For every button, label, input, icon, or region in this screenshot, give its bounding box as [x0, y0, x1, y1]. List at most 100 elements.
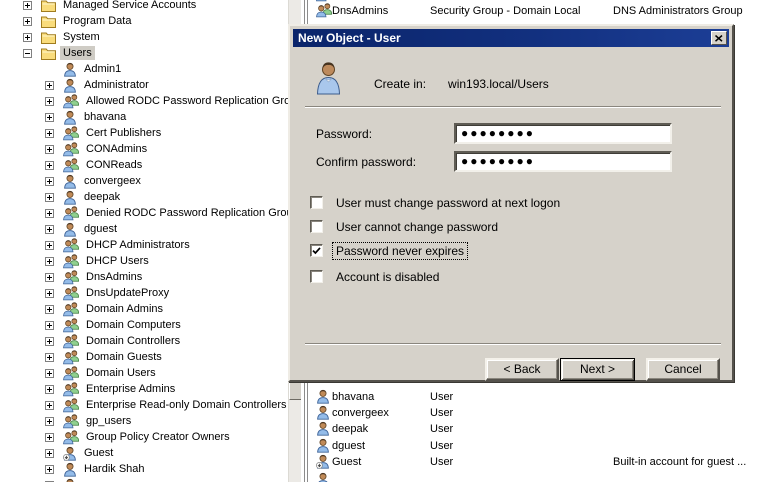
- tree-item-gp-users[interactable]: gp_users: [45, 413, 134, 429]
- tree-item-system[interactable]: System: [23, 29, 103, 45]
- expand-icon[interactable]: [45, 289, 54, 298]
- list-row[interactable]: [309, 472, 774, 482]
- tree-item-label[interactable]: convergeex: [81, 174, 144, 188]
- checkbox-checked-icon[interactable]: [310, 244, 323, 257]
- expand-icon[interactable]: [45, 385, 54, 394]
- password-never-expires-checkbox[interactable]: Password never expires: [310, 243, 467, 258]
- tree-item-admin1[interactable]: Admin1: [45, 61, 124, 77]
- tree-item-label[interactable]: Enterprise Read-only Domain Controllers: [83, 398, 288, 412]
- tree-item-label[interactable]: Enterprise Admins: [83, 382, 178, 396]
- tree-item-label[interactable]: Denied RODC Password Replication Group: [83, 206, 288, 220]
- tree-item-label[interactable]: Users: [60, 46, 95, 60]
- account-is-disabled-checkbox[interactable]: Account is disabled: [310, 269, 442, 284]
- expand-icon[interactable]: [45, 257, 54, 266]
- expand-icon[interactable]: [45, 113, 54, 122]
- tree-item-label[interactable]: gp_users: [83, 414, 134, 428]
- tree-item-label[interactable]: DnsAdmins: [83, 270, 145, 284]
- expand-icon[interactable]: [23, 17, 32, 26]
- tree-item-administrator[interactable]: Administrator: [45, 77, 152, 93]
- checkbox-unchecked-icon[interactable]: [310, 270, 323, 283]
- tree-item-label[interactable]: Program Data: [60, 14, 134, 28]
- tree-item-label[interactable]: Domain Admins: [83, 302, 166, 316]
- expand-icon[interactable]: [45, 241, 54, 250]
- expand-icon[interactable]: [45, 417, 54, 426]
- list-row-deepak[interactable]: deepakUser: [309, 421, 774, 437]
- list-row-dnsadmins[interactable]: DnsAdminsSecurity Group - Domain LocalDN…: [309, 3, 774, 19]
- tree-item-label[interactable]: DHCP Users: [83, 254, 152, 268]
- confirm-password-input[interactable]: ●●●●●●●●: [454, 151, 672, 172]
- tree-item-label[interactable]: Domain Computers: [83, 318, 184, 332]
- list-row-guest[interactable]: GuestUserBuilt-in account for guest ...: [309, 454, 774, 470]
- tree-item-label[interactable]: Cert Publishers: [83, 126, 164, 140]
- expand-icon[interactable]: [45, 145, 54, 154]
- tree-item-conadmins[interactable]: CONAdmins: [45, 141, 150, 157]
- tree-item-label[interactable]: Administrator: [81, 78, 152, 92]
- tree-item-label[interactable]: CONReads: [83, 158, 145, 172]
- tree-item-label[interactable]: System: [60, 30, 103, 44]
- tree-item-label[interactable]: Domain Controllers: [83, 334, 183, 348]
- tree-item-domain-users[interactable]: Domain Users: [45, 365, 159, 381]
- tree-item-enterprise-admins[interactable]: Enterprise Admins: [45, 381, 178, 397]
- next-button[interactable]: Next >: [560, 358, 635, 381]
- checkbox-label[interactable]: Account is disabled: [333, 269, 442, 285]
- tree-item-label[interactable]: Domain Users: [83, 366, 159, 380]
- expand-icon[interactable]: [45, 177, 54, 186]
- tree-item-users[interactable]: Users: [23, 45, 95, 61]
- expand-icon[interactable]: [45, 225, 54, 234]
- tree-item-conreads[interactable]: CONReads: [45, 157, 145, 173]
- tree-item-dnsadmins[interactable]: DnsAdmins: [45, 269, 145, 285]
- expand-icon[interactable]: [45, 209, 54, 218]
- tree-item-domain-controllers[interactable]: Domain Controllers: [45, 333, 183, 349]
- list-row-bhavana[interactable]: bhavanaUser: [309, 389, 774, 405]
- expand-icon[interactable]: [45, 305, 54, 314]
- checkbox-label[interactable]: User cannot change password: [333, 219, 501, 235]
- tree-item-label[interactable]: DnsUpdateProxy: [83, 286, 172, 300]
- tree-item-dguest[interactable]: dguest: [45, 221, 120, 237]
- expand-icon[interactable]: [45, 465, 54, 474]
- tree-item-program-data[interactable]: Program Data: [23, 13, 134, 29]
- tree-item-domain-computers[interactable]: Domain Computers: [45, 317, 184, 333]
- tree-item-label[interactable]: Hardik Shah: [81, 462, 148, 476]
- password-input[interactable]: ●●●●●●●●: [454, 123, 672, 144]
- expand-icon[interactable]: [45, 369, 54, 378]
- expand-icon[interactable]: [45, 97, 54, 106]
- tree-item-label[interactable]: Guest: [81, 446, 116, 460]
- tree-item-deepak[interactable]: deepak: [45, 189, 123, 205]
- dialog-titlebar[interactable]: New Object - User: [293, 29, 729, 47]
- expand-icon[interactable]: [45, 129, 54, 138]
- tree-item-label[interactable]: Managed Service Accounts: [60, 0, 199, 12]
- tree-item-group-policy-creator-owners[interactable]: Group Policy Creator Owners: [45, 429, 233, 445]
- tree-item-label[interactable]: deepak: [81, 190, 123, 204]
- expand-icon[interactable]: [23, 33, 32, 42]
- tree-item-label[interactable]: Allowed RODC Password Replication Group: [83, 94, 288, 108]
- back-button[interactable]: < Back: [485, 358, 559, 381]
- tree-item-label[interactable]: Admin1: [81, 62, 124, 76]
- checkbox-label[interactable]: Password never expires: [333, 243, 467, 259]
- tree-item-dhcp-administrators[interactable]: DHCP Administrators: [45, 237, 193, 253]
- tree-item-enterprise-read-only-domain-controllers[interactable]: Enterprise Read-only Domain Controllers: [45, 397, 288, 413]
- tree-item-denied-rodc-password-replication-group[interactable]: Denied RODC Password Replication Group: [45, 205, 288, 221]
- tree-item-domain-admins[interactable]: Domain Admins: [45, 301, 166, 317]
- expand-icon[interactable]: [45, 449, 54, 458]
- tree-item-label[interactable]: Group Policy Creator Owners: [83, 430, 233, 444]
- list-row-convergeex[interactable]: convergeexUser: [309, 405, 774, 421]
- tree-item-convergeex[interactable]: convergeex: [45, 173, 144, 189]
- tree-item-managed-service-accounts[interactable]: Managed Service Accounts: [23, 0, 199, 13]
- user-cannot-change-password-checkbox[interactable]: User cannot change password: [310, 219, 501, 234]
- tree-item-hardik-shah[interactable]: Hardik Shah: [45, 461, 148, 477]
- expand-icon[interactable]: [45, 273, 54, 282]
- expand-icon[interactable]: [45, 81, 54, 90]
- user-must-change-password-checkbox[interactable]: User must change password at next logon: [310, 195, 563, 210]
- tree-item-label[interactable]: CONAdmins: [83, 142, 150, 156]
- expand-icon[interactable]: [23, 1, 32, 10]
- expand-icon[interactable]: [45, 433, 54, 442]
- cancel-button[interactable]: Cancel: [646, 358, 720, 381]
- expand-icon[interactable]: [45, 353, 54, 362]
- collapse-icon[interactable]: [23, 49, 32, 58]
- tree-item-label[interactable]: bhavana: [81, 110, 129, 124]
- tree-item-label[interactable]: Domain Guests: [83, 350, 165, 364]
- tree-item-label[interactable]: dguest: [81, 222, 120, 236]
- tree-item-domain-guests[interactable]: Domain Guests: [45, 349, 165, 365]
- tree-item-dhcp-users[interactable]: DHCP Users: [45, 253, 152, 269]
- tree-item-cert-publishers[interactable]: Cert Publishers: [45, 125, 164, 141]
